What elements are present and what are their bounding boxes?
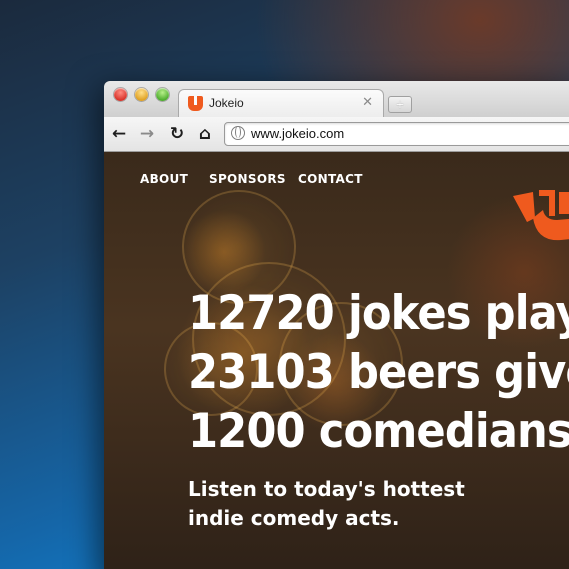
home-button[interactable]: ⌂: [194, 123, 216, 145]
reload-button[interactable]: ↻: [166, 123, 188, 145]
stat-comedians: 1200 comedians.: [188, 404, 569, 459]
jokeio-logo-icon[interactable]: [511, 188, 569, 258]
title-bar: Jokeio ✕ +: [104, 81, 569, 119]
close-window-button[interactable]: [114, 88, 127, 101]
address-bar[interactable]: www.jokeio.com: [224, 122, 569, 146]
nav-sponsors-link[interactable]: SPONSORS: [209, 172, 286, 186]
forward-button[interactable]: →: [136, 123, 158, 145]
tab-close-icon[interactable]: ✕: [362, 95, 373, 110]
browser-toolbar: ← → ↻ ⌂ www.jokeio.com: [104, 117, 569, 152]
globe-icon: [231, 126, 245, 140]
page-hero: ABOUT SPONSORS CONTACT 12720 jokes playe…: [104, 152, 569, 569]
browser-window: Jokeio ✕ + ← → ↻ ⌂ www.jokeio.com ABOUT …: [104, 81, 569, 569]
tagline-line-2: indie comedy acts.: [188, 506, 400, 530]
minimize-window-button[interactable]: [135, 88, 148, 101]
new-tab-button[interactable]: +: [388, 96, 412, 113]
nav-about-link[interactable]: ABOUT: [140, 172, 188, 186]
nav-contact-link[interactable]: CONTACT: [298, 172, 363, 186]
jokeio-favicon-icon: [188, 96, 203, 111]
tagline-line-1: Listen to today's hottest: [188, 477, 465, 501]
stat-jokes-played: 12720 jokes played: [188, 286, 569, 341]
address-url[interactable]: www.jokeio.com: [251, 126, 344, 141]
tab-title: Jokeio: [209, 96, 244, 110]
back-button[interactable]: ←: [108, 123, 130, 145]
tab-jokeio[interactable]: Jokeio ✕: [178, 89, 384, 119]
stat-beers-given: 23103 beers given: [188, 345, 569, 400]
zoom-window-button[interactable]: [156, 88, 169, 101]
